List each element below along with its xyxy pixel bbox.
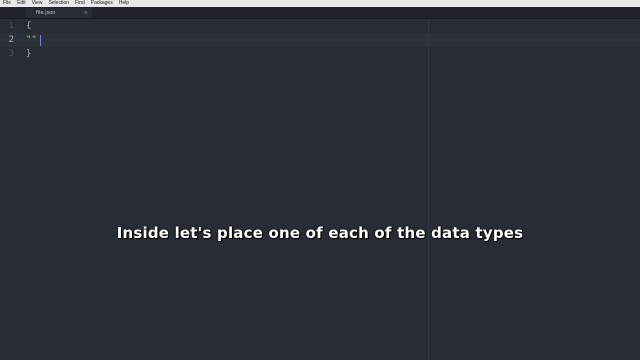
video-caption: Inside let's place one of each of the da… [116, 224, 524, 242]
code-editor[interactable]: 1 { 2 "" 3 } [0, 19, 640, 360]
menu-packages[interactable]: Packages [88, 0, 116, 7]
code-line-3[interactable]: 3 } [0, 47, 640, 61]
menu-edit[interactable]: Edit [14, 0, 29, 7]
line-number: 3 [8, 49, 14, 59]
line-number-gutter [0, 19, 22, 360]
line-number: 2 [8, 35, 14, 45]
menu-file[interactable]: File [0, 0, 14, 7]
wrap-guide [428, 19, 429, 360]
tab-file-json[interactable]: file.json × [26, 8, 92, 18]
tab-bar: file.json × [0, 7, 640, 19]
code-text: { [26, 21, 32, 31]
tab-label: file.json [36, 10, 56, 16]
menu-help[interactable]: Help [116, 0, 132, 7]
code-string: "" [26, 35, 37, 45]
code-line-2[interactable]: 2 "" [0, 33, 640, 47]
text-cursor [40, 35, 41, 46]
code-line-1[interactable]: 1 { [0, 19, 640, 33]
close-icon[interactable]: × [84, 8, 88, 18]
line-number: 1 [8, 21, 14, 31]
code-text: } [26, 49, 32, 59]
menu-view[interactable]: View [29, 0, 46, 7]
menu-selection[interactable]: Selection [45, 0, 72, 7]
menu-find[interactable]: Find [72, 0, 88, 7]
menu-bar: File Edit View Selection Find Packages H… [0, 0, 640, 7]
